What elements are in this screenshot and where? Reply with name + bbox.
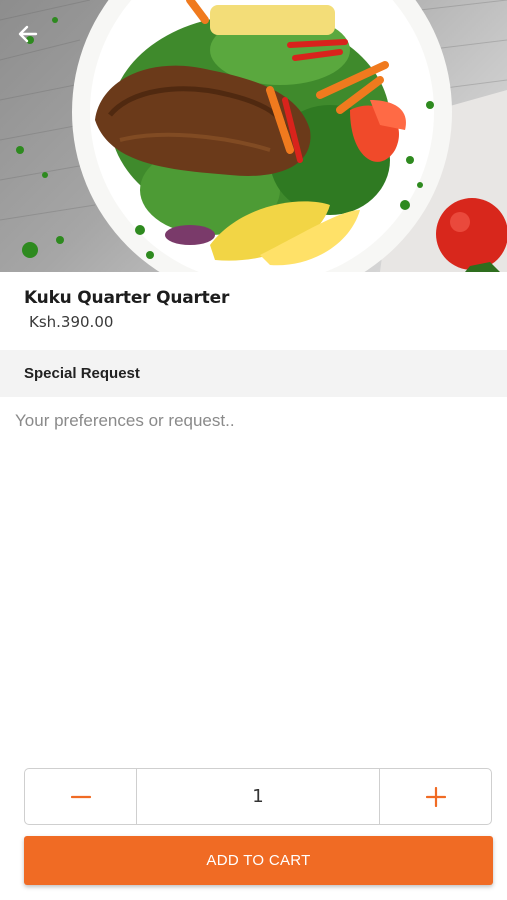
minus-icon	[70, 795, 91, 798]
arrow-left-icon	[18, 25, 38, 43]
decrement-button[interactable]	[25, 769, 137, 824]
product-name: Kuku Quarter Quarter	[24, 288, 230, 308]
dish-photo	[0, 0, 507, 272]
special-request-input[interactable]	[0, 397, 507, 757]
special-request-title: Special Request	[24, 365, 140, 382]
special-request-header: Special Request	[0, 350, 507, 397]
add-to-cart-button[interactable]: ADD TO CART	[24, 836, 493, 885]
quantity-value: 1	[252, 786, 264, 807]
quantity-stepper: 1	[24, 768, 492, 825]
product-price: Ksh.390.00	[29, 313, 114, 331]
product-info: Kuku Quarter Quarter Ksh.390.00	[0, 272, 507, 350]
plus-icon	[425, 786, 446, 807]
increment-button[interactable]	[379, 769, 491, 824]
product-image	[0, 0, 507, 272]
back-button[interactable]	[16, 22, 50, 56]
